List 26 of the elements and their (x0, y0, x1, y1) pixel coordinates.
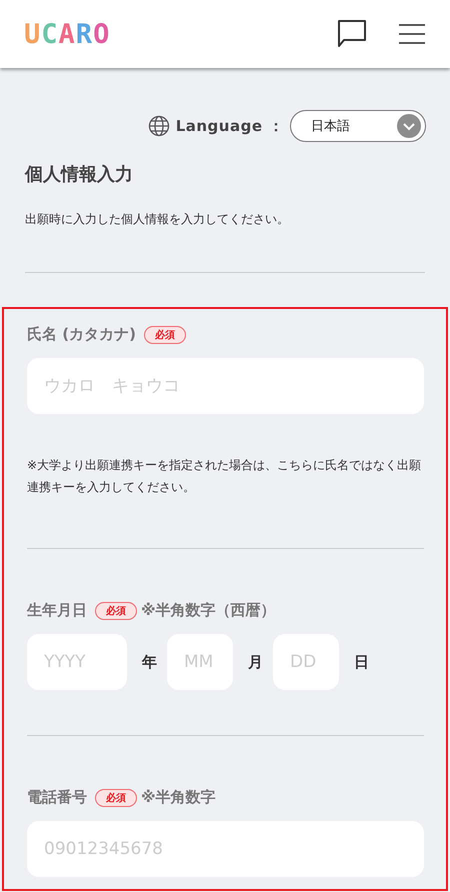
date-unit: 日 (354, 652, 369, 672)
field-label: 氏名 (カタカナ) (27, 325, 136, 344)
language-label: Language (176, 117, 262, 135)
logo-letter: A (58, 18, 76, 50)
logo-letter: U (24, 18, 42, 50)
field-hint: ※半角数字（西暦） (141, 601, 276, 620)
chat-icon[interactable] (336, 19, 368, 49)
menu-icon[interactable] (398, 23, 426, 45)
chevron-down-icon (397, 114, 421, 138)
globe-icon (148, 115, 170, 137)
field-label: 電話番号 (27, 788, 87, 807)
page-description: 出願時に入力した個人情報を入力してください。 (25, 211, 290, 228)
required-badge: 必須 (95, 602, 137, 620)
field-label: 生年月日 (27, 601, 87, 620)
logo-letter: R (76, 18, 94, 50)
date-unit: 年 (142, 652, 157, 672)
language-separator: ： (268, 116, 284, 136)
required-badge: 必須 (144, 326, 186, 344)
language-select[interactable]: 日本語 (290, 110, 426, 142)
date-unit: 月 (248, 652, 263, 672)
page-title: 個人情報入力 (25, 163, 134, 186)
note-text: ※大学より出願連携キーを指定された場合は、こちらに氏名ではなく出願連携キーを入力してください。 (27, 457, 422, 496)
logo-letter: O (93, 18, 110, 50)
required-badge: 必須 (95, 788, 137, 806)
logo-letter: C (41, 18, 59, 50)
field-hint: ※半角数字 (141, 788, 216, 807)
